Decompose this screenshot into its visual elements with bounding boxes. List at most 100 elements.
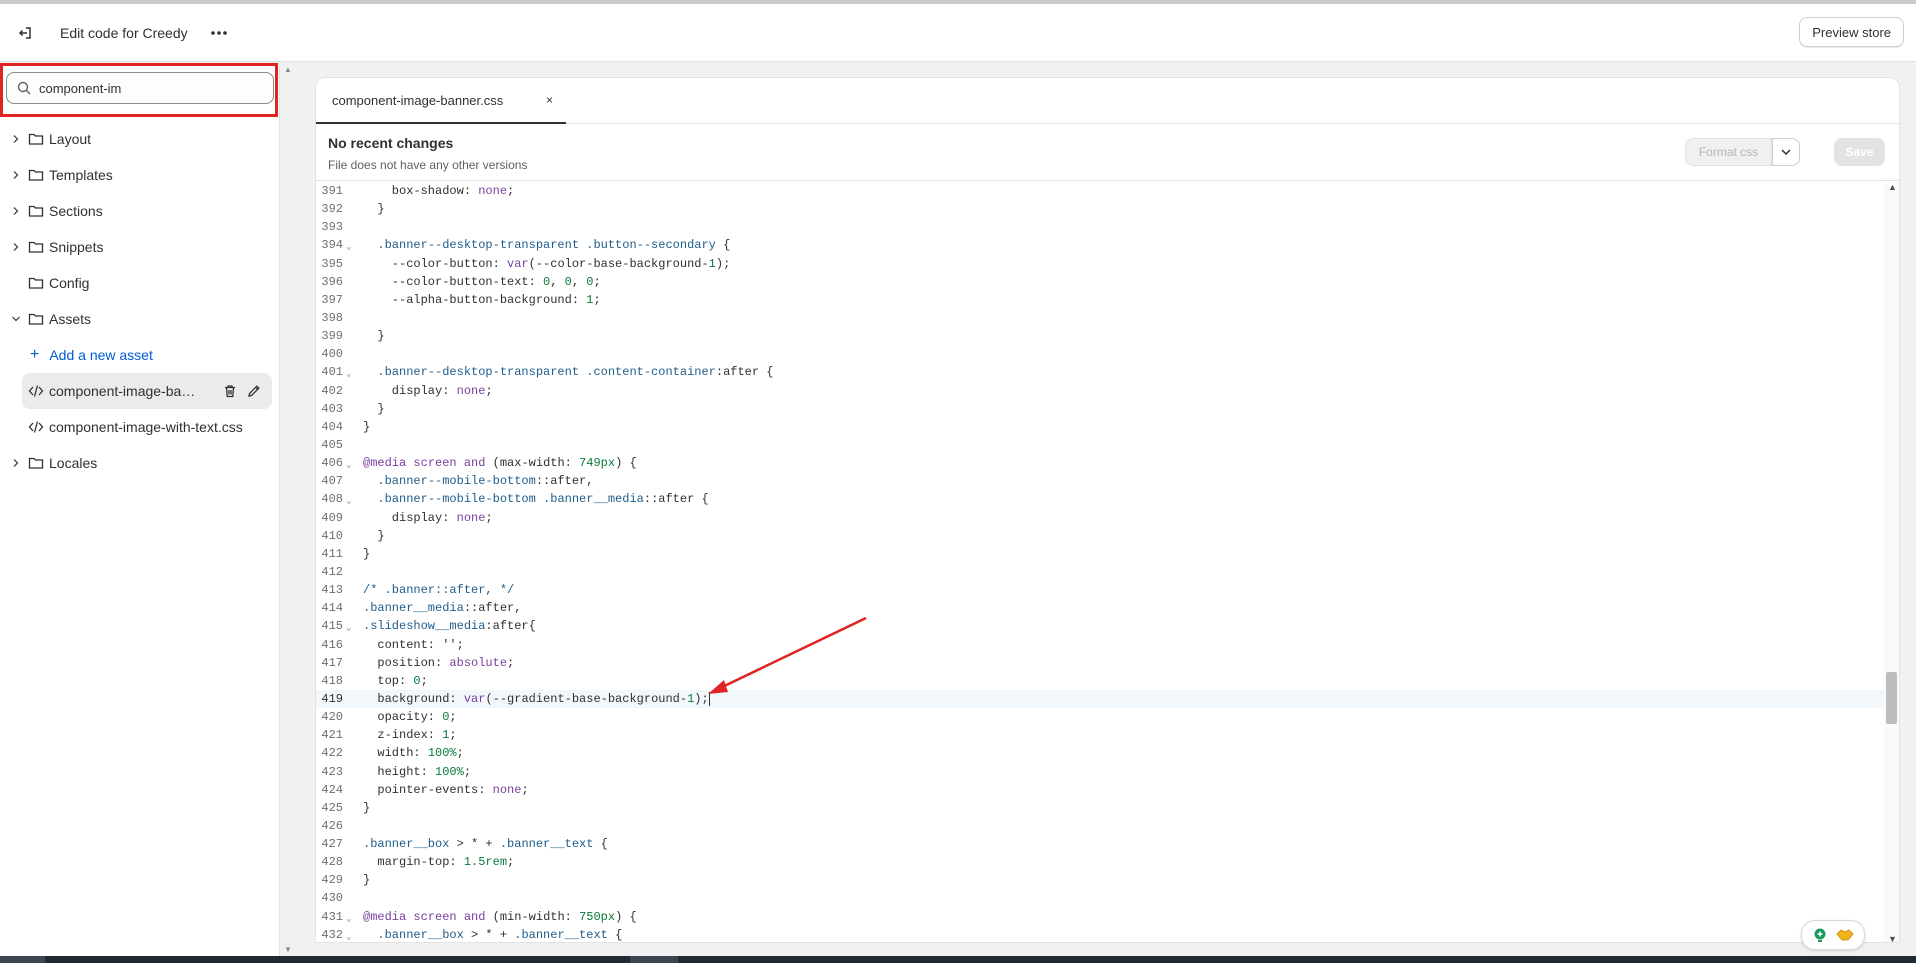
code-line[interactable]: 402 display: none; [316,382,1884,400]
more-actions-button[interactable] [206,20,232,46]
exit-button[interactable] [12,20,38,46]
editor-scrollbar[interactable]: ▲ ▼ [1884,182,1899,942]
code-line[interactable]: 411} [316,545,1884,563]
add-new-asset-link[interactable]: + Add a new asset [0,337,280,373]
line-number: 425 [321,800,343,815]
code-content[interactable]: 391 box-shadow: none; 392 } 393 394 ⌄ .banne… [316,182,1884,942]
scroll-up-arrow-icon[interactable]: ▲ [1888,182,1897,192]
code-text: margin-top: 1.5rem; [363,855,515,870]
code-line[interactable]: 428 margin-top: 1.5rem; [316,853,1884,871]
code-text: pointer-events: none; [363,782,529,797]
folder-label: Locales [49,455,98,471]
code-line[interactable]: 407 .banner--mobile-bottom::after, [316,472,1884,490]
chevron-right-icon[interactable] [10,169,22,181]
line-number: 393 [321,220,343,235]
save-button[interactable]: Save [1834,138,1885,166]
scrollbar-thumb[interactable] [1886,672,1897,724]
line-number: 421 [321,728,343,743]
code-line[interactable]: 416 content: ''; [316,636,1884,654]
taskbar-segment [0,956,45,963]
line-number: 412 [321,564,343,579]
code-line[interactable]: 415 ⌄ .slideshow__media:after{ [316,617,1884,635]
code-line[interactable]: 422 width: 100%; [316,744,1884,762]
code-line[interactable]: 397 --alpha-button-background: 1; [316,291,1884,309]
code-line[interactable]: 394 ⌄ .banner--desktop-transparent .butto… [316,236,1884,254]
code-line[interactable]: 421 z-index: 1; [316,726,1884,744]
trash-icon[interactable] [222,383,238,399]
code-line[interactable]: 401 ⌄ .banner--desktop-transparent .conte… [316,363,1884,381]
scroll-up-arrow-icon[interactable]: ▲ [284,65,292,74]
folder-item[interactable]: Snippets [0,229,280,265]
code-line[interactable]: 424 pointer-events: none; [316,781,1884,799]
folder-item[interactable]: Locales [0,445,280,481]
code-line[interactable]: 393 [316,218,1884,236]
code-line[interactable]: 408 ⌄ .banner--mobile-bottom .banner__med… [316,490,1884,508]
chevron-right-icon[interactable] [10,457,22,469]
code-line[interactable]: 413 /* .banner::after, */ [316,581,1884,599]
code-line[interactable]: 427 .banner__box > * + .banner__text { [316,835,1884,853]
code-text: top: 0; [363,673,428,688]
fold-chevron-icon[interactable]: ⌄ [346,928,351,942]
folder-item[interactable]: Assets [0,301,280,337]
format-css-button[interactable]: Format css [1685,138,1772,166]
code-line[interactable]: 429} [316,871,1884,889]
sidebar-scrollbar[interactable]: ▲ ▼ [282,63,294,956]
close-tab-icon[interactable]: × [546,93,553,107]
folder-item[interactable]: Layout [0,121,280,157]
code-line[interactable]: 417 position: absolute; [316,654,1884,672]
code-text: background: var(--gradient-base-backgrou… [363,691,710,706]
code-line[interactable]: 419 background: var(--gradient-base-back… [316,689,1884,709]
code-line[interactable]: 410 } [316,527,1884,545]
code-line[interactable]: 431 ⌄ @media screen and (min-width: 750px)… [316,908,1884,926]
code-line[interactable]: 432 ⌄ .banner__box > * + .banner__text { [316,926,1884,942]
scroll-down-arrow-icon[interactable]: ▼ [284,945,292,954]
preview-store-button[interactable]: Preview store [1799,17,1904,47]
line-number: 431 [321,909,343,924]
code-text: width: 100%; [363,746,464,761]
tab-label: component-image-banner.css [332,92,504,108]
code-line[interactable]: 398 [316,309,1884,327]
code-line[interactable]: 403 } [316,400,1884,418]
code-line[interactable]: 412 [316,563,1884,581]
code-line[interactable]: 392 } [316,200,1884,218]
folder-item[interactable]: Config [0,265,280,301]
code-line[interactable]: 400 [316,345,1884,363]
more-dots-icon [210,30,227,35]
code-line[interactable]: 405 [316,436,1884,454]
chevron-right-icon[interactable] [10,205,22,217]
folder-icon [28,241,44,253]
chevron-right-icon[interactable] [10,241,22,253]
handshake-icon [1836,929,1854,941]
code-text: --color-button-text: 0, 0, 0; [363,274,601,289]
file-item-image-banner[interactable]: component-image-bann... [22,373,272,409]
code-text: } [363,546,371,561]
file-search[interactable] [6,72,274,104]
code-line[interactable]: 391 box-shadow: none; [316,182,1884,200]
code-line[interactable]: 404} [316,418,1884,436]
code-line[interactable]: 399 } [316,327,1884,345]
search-input[interactable] [39,80,259,96]
code-line[interactable]: 396 --color-button-text: 0, 0, 0; [316,273,1884,291]
tab-component-image-banner[interactable]: component-image-banner.css × [316,78,566,124]
code-line[interactable]: 423 height: 100%; [316,763,1884,781]
folder-item[interactable]: Sections [0,193,280,229]
format-options-dropdown[interactable] [1772,138,1800,166]
scroll-down-arrow-icon[interactable]: ▼ [1888,934,1897,942]
code-line[interactable]: 406 ⌄ @media screen and (max-width: 749px)… [316,454,1884,472]
code-line[interactable]: 409 display: none; [316,509,1884,527]
floating-help-widget[interactable] [1801,920,1865,950]
code-text: .banner--desktop-transparent .button--se… [377,238,731,253]
code-line[interactable]: 418 top: 0; [316,672,1884,690]
folder-item[interactable]: Templates [0,157,280,193]
file-item-image-with-text[interactable]: component-image-with-text.css [22,409,272,445]
code-line[interactable]: 430 [316,889,1884,907]
code-text: } [363,401,385,416]
chevron-down-icon[interactable] [10,313,22,325]
code-line[interactable]: 426 [316,817,1884,835]
code-line[interactable]: 420 opacity: 0; [316,708,1884,726]
pencil-icon[interactable] [246,383,262,399]
code-line[interactable]: 425} [316,799,1884,817]
code-line[interactable]: 395 --color-button: var(--color-base-bac… [316,255,1884,273]
chevron-right-icon[interactable] [10,133,22,145]
code-line[interactable]: 414 .banner__media::after, [316,599,1884,617]
